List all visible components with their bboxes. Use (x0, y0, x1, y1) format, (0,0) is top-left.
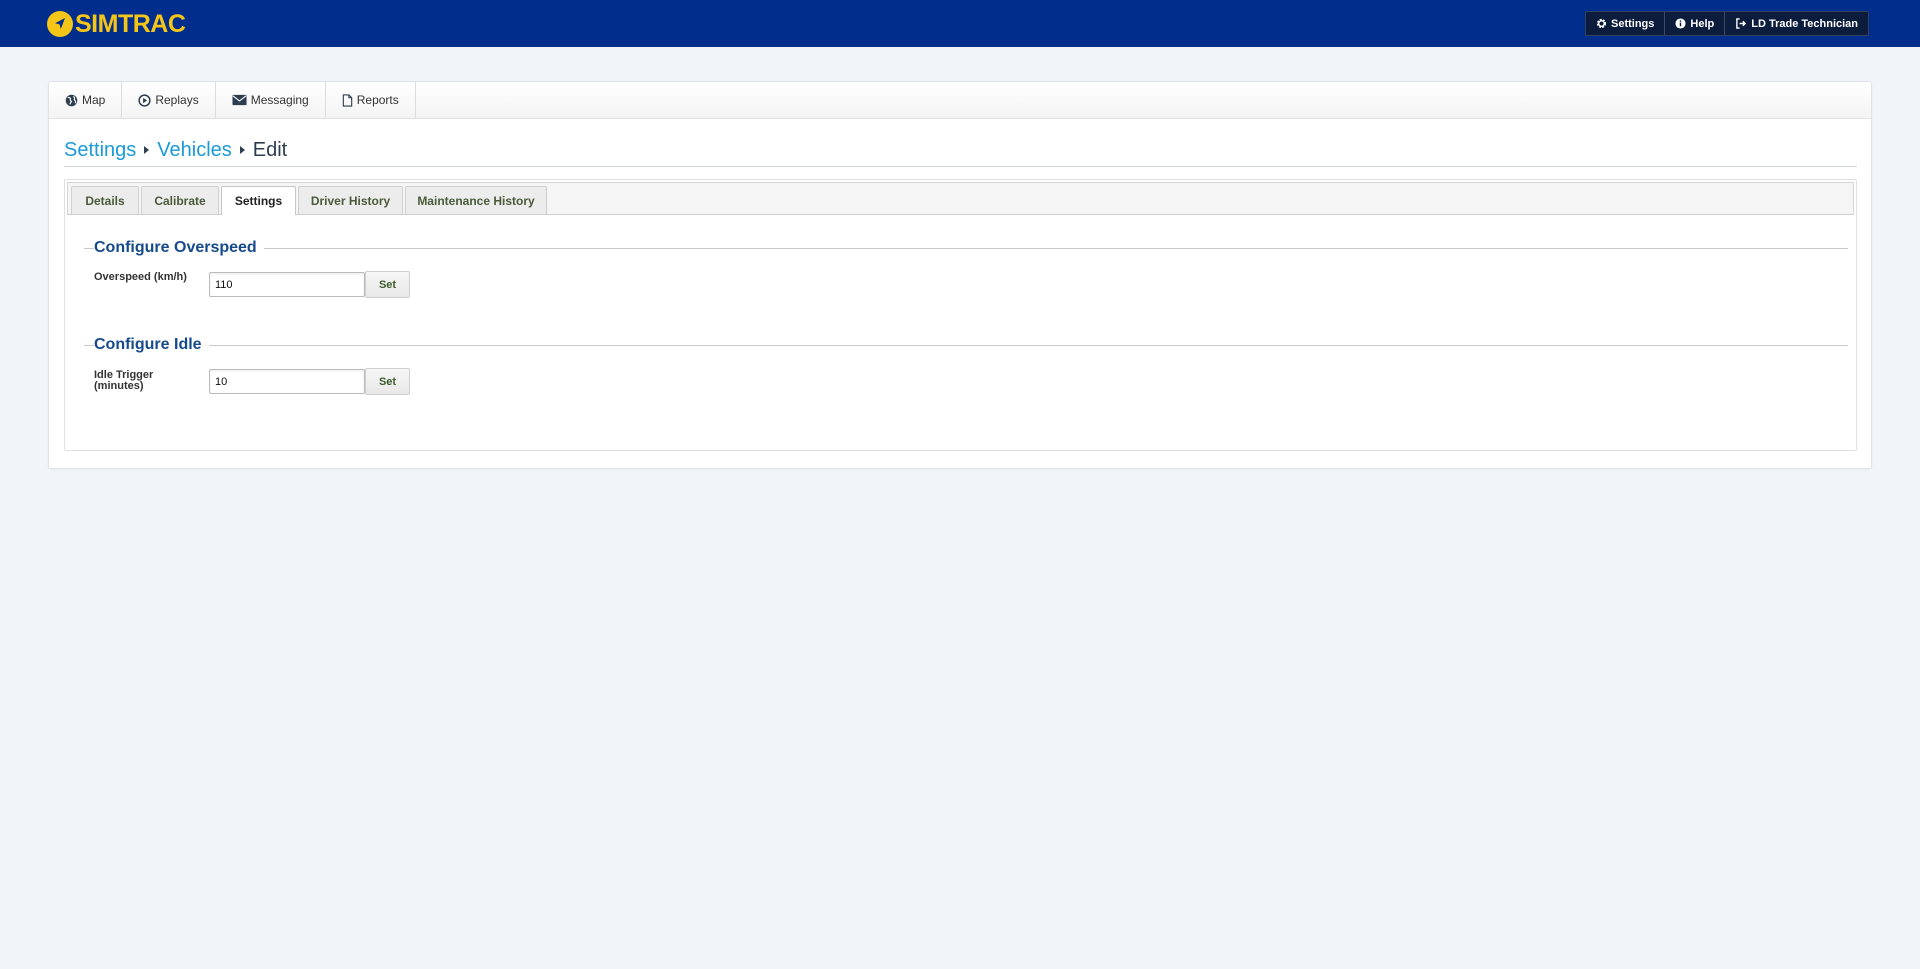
globe-icon (65, 94, 78, 106)
tab-details[interactable]: Details (71, 186, 139, 214)
main-panel: Map Replays Messaging Reports Settings V… (48, 81, 1872, 469)
top-header: SIMTRAC Settings Help LD Trade Technicia… (0, 0, 1920, 47)
top-nav-settings[interactable]: Settings (1586, 12, 1664, 35)
main-nav-reports[interactable]: Reports (326, 82, 416, 118)
main-nav-messaging-label: Messaging (250, 93, 309, 107)
top-nav-help-label: Help (1690, 17, 1715, 30)
top-nav-help[interactable]: Help (1664, 12, 1724, 35)
top-nav-user[interactable]: LD Trade Technician (1724, 12, 1868, 35)
brand-name: SIMTRAC (75, 10, 186, 38)
overspeed-label: Overspeed (km/h) (94, 271, 187, 283)
main-nav-reports-label: Reports (356, 93, 399, 107)
main-nav-replays-label: Replays (155, 93, 199, 107)
tab-settings[interactable]: Settings (221, 186, 296, 215)
breadcrumb: Settings Vehicles Edit (64, 138, 287, 162)
overspeed-divider (84, 248, 1848, 249)
top-nav-settings-label: Settings (1611, 17, 1655, 30)
overspeed-section-title: Configure Overspeed (94, 239, 264, 257)
idle-label-line2: (minutes) (94, 380, 144, 392)
tab-maintenance-history[interactable]: Maintenance History (405, 186, 547, 214)
location-arrow-icon (47, 11, 73, 37)
top-nav-user-label: LD Trade Technician (1751, 17, 1859, 30)
play-circle-icon (138, 93, 151, 107)
tab-calibrate[interactable]: Calibrate (141, 186, 219, 214)
idle-set-button[interactable]: Set (365, 368, 410, 395)
idle-divider (84, 345, 1848, 346)
vehicle-edit-tabs: Details Calibrate Settings Driver Histor… (64, 179, 1857, 451)
overspeed-set-button[interactable]: Set (365, 271, 410, 298)
caret-right-icon (144, 146, 150, 154)
breadcrumb-divider (64, 166, 1857, 167)
idle-section-title: Configure Idle (94, 336, 209, 354)
main-nav: Map Replays Messaging Reports (49, 82, 1871, 119)
breadcrumb-current: Edit (252, 139, 288, 161)
main-nav-map-label: Map (82, 93, 106, 107)
gear-icon (1596, 18, 1607, 29)
idle-trigger-input[interactable] (209, 369, 365, 394)
main-nav-replays[interactable]: Replays (122, 82, 216, 118)
breadcrumb-vehicles[interactable]: Vehicles (157, 138, 232, 162)
overspeed-input[interactable] (209, 272, 365, 297)
top-nav: Settings Help LD Trade Technician (1585, 11, 1870, 36)
main-nav-map[interactable]: Map (49, 82, 123, 118)
main-nav-messaging[interactable]: Messaging (216, 82, 326, 118)
caret-right-icon (239, 146, 245, 154)
document-icon (342, 93, 352, 107)
info-circle-icon (1675, 18, 1686, 29)
tab-strip: Details Calibrate Settings Driver Histor… (67, 182, 1854, 215)
brand-logo[interactable]: SIMTRAC (47, 10, 186, 38)
breadcrumb-settings[interactable]: Settings (64, 138, 136, 162)
envelope-icon (232, 94, 247, 106)
sign-out-icon (1736, 18, 1747, 29)
tab-driver-history[interactable]: Driver History (298, 186, 403, 214)
